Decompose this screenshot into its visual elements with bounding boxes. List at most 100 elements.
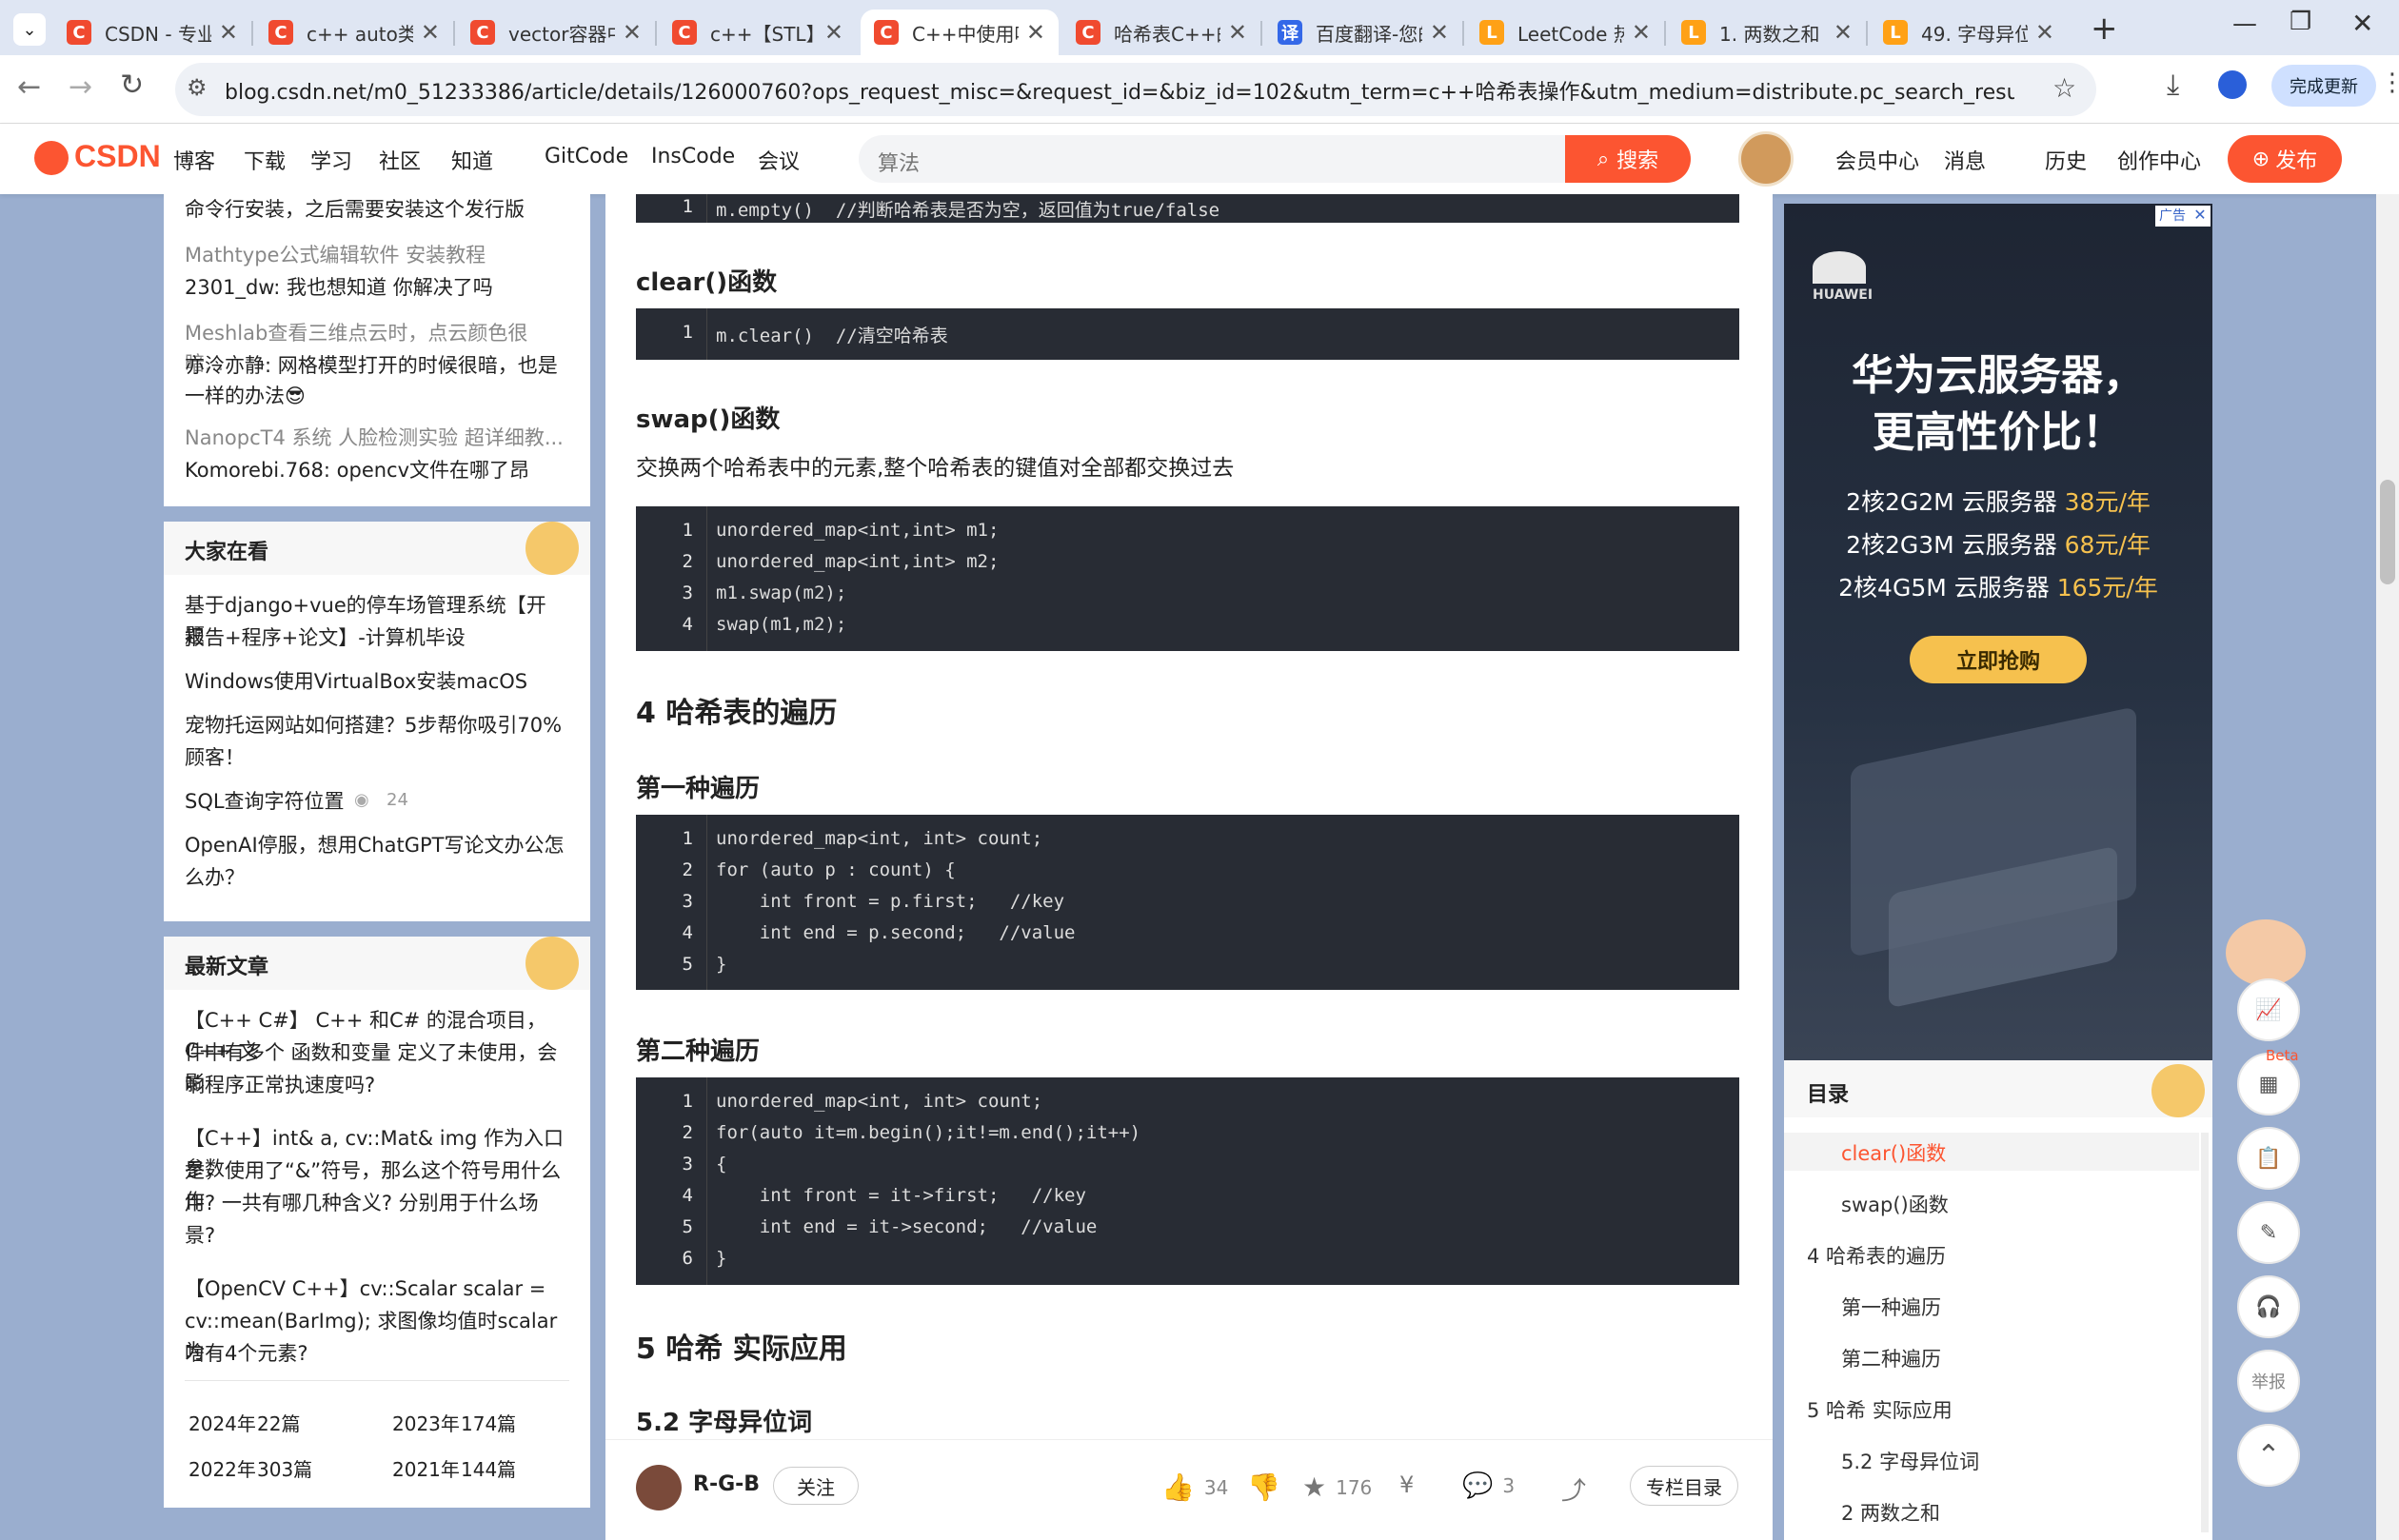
nav-item[interactable]: 下载 xyxy=(244,145,286,175)
tab-close-icon[interactable]: ✕ xyxy=(219,19,238,46)
toc-item[interactable]: 5 哈希 实际应用 xyxy=(1807,1395,1953,1424)
favorite-button[interactable]: ★ 176 xyxy=(1302,1471,1372,1503)
nav-item[interactable]: GitCode xyxy=(545,145,628,168)
page-scrollbar[interactable] xyxy=(2376,194,2399,1540)
restore-icon[interactable]: ❐ xyxy=(2290,8,2311,36)
csdn-logo-text[interactable]: CSDN xyxy=(74,139,161,174)
watching-item[interactable]: Windows使用VirtualBox安装macOS xyxy=(185,666,565,697)
publish-button[interactable]: ⊕ 发布 xyxy=(2228,135,2342,183)
tab-close-icon[interactable]: ✕ xyxy=(1228,19,1247,46)
comment-text[interactable]: 一样的办法😎 xyxy=(185,381,565,411)
nav-right-item[interactable]: 会员中心 xyxy=(1835,145,1919,175)
watching-item[interactable]: 顾客！ xyxy=(185,742,565,773)
article-link[interactable]: NanopcT4 系统 人脸检测实验 超详细教... xyxy=(185,423,565,453)
dislike-button[interactable]: 👎 xyxy=(1247,1471,1280,1503)
latest-article-line[interactable]: 【OpenCV C++】cv::Scalar scalar = xyxy=(185,1273,565,1304)
latest-article-line[interactable]: 响程序正常执速度吗? xyxy=(185,1070,565,1100)
profile-icon[interactable] xyxy=(2218,70,2247,99)
nav-right-item[interactable]: 创作中心 xyxy=(2117,145,2201,175)
back-icon[interactable]: ← xyxy=(17,70,41,104)
browser-tab[interactable]: L 1. 两数之和 ✕ xyxy=(1668,10,1866,55)
tab-close-icon[interactable]: ✕ xyxy=(824,19,843,46)
url-text[interactable]: blog.csdn.net/m0_51233386/article/detail… xyxy=(225,75,2014,106)
comment-button[interactable]: 💬 3 xyxy=(1462,1471,1515,1500)
toc-item[interactable]: swap()函数 xyxy=(1841,1190,1949,1218)
article-link[interactable]: Mathtype公式编辑软件 安装教程 xyxy=(185,240,565,270)
archive-year[interactable]: 2022年 xyxy=(188,1454,256,1482)
watching-item[interactable]: 报告+程序+论文】-计算机毕设 xyxy=(185,622,565,653)
nav-item[interactable]: 社区 xyxy=(379,145,421,175)
close-window-icon[interactable]: ✕ xyxy=(2351,8,2373,39)
tab-close-icon[interactable]: ✕ xyxy=(1632,19,1651,46)
browser-tab[interactable]: C C++中使用哈希 ✕ xyxy=(861,10,1059,55)
forward-icon[interactable]: → xyxy=(69,70,92,104)
toc-item[interactable]: 5.2 字母异位词 xyxy=(1841,1447,1979,1475)
ad-close-icon[interactable]: ✕ xyxy=(2190,206,2211,227)
comment-text[interactable]: 2301_dw: 我也想知道 你解决了吗 xyxy=(185,272,565,303)
mascot-icon[interactable] xyxy=(2226,919,2306,986)
watching-item[interactable]: 宠物托运网站如何搭建？5步帮你吸引70% xyxy=(185,710,565,740)
watching-item[interactable]: SQL查询字符位置 xyxy=(185,786,565,817)
archive-year[interactable]: 2023年 xyxy=(392,1409,460,1436)
author-name[interactable]: R-G-B xyxy=(693,1472,760,1496)
toc-item[interactable]: 4 哈希表的遍历 xyxy=(1807,1241,1946,1270)
user-avatar[interactable] xyxy=(1738,131,1794,187)
nav-item[interactable]: 博客 xyxy=(173,145,215,175)
ad-cta-button[interactable]: 立即抢购 xyxy=(1910,636,2087,683)
tab-close-icon[interactable]: ✕ xyxy=(2035,19,2054,46)
csdn-search-button[interactable]: ⌕ 搜索 xyxy=(1565,135,1691,183)
browser-tab[interactable]: Cvector容器中 ✕ xyxy=(457,10,655,55)
tab-close-icon[interactable]: ✕ xyxy=(1026,19,1045,46)
share-button[interactable]: ⤴ xyxy=(1561,1471,1586,1507)
toc-item[interactable]: 2 两数之和 xyxy=(1841,1498,1940,1527)
csdn-logo-icon[interactable] xyxy=(34,141,69,175)
toc-item[interactable]: 第二种遍历 xyxy=(1841,1344,1941,1372)
like-button[interactable]: 👍 34 xyxy=(1161,1471,1228,1503)
csdn-search-input[interactable]: 算法 xyxy=(859,135,1565,183)
browser-tab[interactable]: Cc++【STL】 ✕ xyxy=(659,10,857,55)
page-scrollbar-thumb[interactable] xyxy=(2380,480,2395,584)
watching-item[interactable]: OpenAI停服，想用ChatGPT写论文办公怎 xyxy=(185,830,565,860)
tab-close-icon[interactable]: ✕ xyxy=(421,19,440,46)
column-toc-button[interactable]: 专栏目录 xyxy=(1630,1466,1738,1506)
nav-item[interactable]: 会议 xyxy=(758,145,800,175)
back-to-top-icon[interactable]: ⌃ xyxy=(2237,1424,2300,1487)
nav-right-item[interactable]: 历史 xyxy=(2045,145,2087,175)
tab-close-icon[interactable]: ✕ xyxy=(1834,19,1853,46)
download-icon[interactable]: ⤓ xyxy=(2167,69,2179,102)
tab-close-icon[interactable]: ✕ xyxy=(623,19,642,46)
toc-item[interactable]: clear()函数 xyxy=(1841,1138,1946,1167)
browser-tab[interactable]: L LeetCode 热 ✕ xyxy=(1466,10,1664,55)
archive-count[interactable]: 303篇 xyxy=(257,1454,312,1482)
minimize-icon[interactable]: — xyxy=(2232,10,2257,38)
browser-tab[interactable]: C 哈希表C++的 ✕ xyxy=(1062,10,1260,55)
nav-item[interactable]: 学习 xyxy=(310,145,352,175)
site-info-icon[interactable]: ⚙ xyxy=(187,74,208,101)
trend-icon[interactable]: 📈 xyxy=(2237,978,2300,1041)
watching-item[interactable]: 么办？ xyxy=(185,862,565,893)
omnibox[interactable]: ⚙ blog.csdn.net/m0_51233386/article/deta… xyxy=(175,63,2096,116)
archive-year[interactable]: 2024年 xyxy=(188,1409,256,1436)
nav-item[interactable]: 知道 xyxy=(451,145,493,175)
latest-article-line[interactable]: 景? xyxy=(185,1220,565,1251)
reward-button[interactable]: ¥ xyxy=(1399,1471,1414,1498)
toc-item[interactable]: 第一种遍历 xyxy=(1841,1293,1941,1321)
archive-count[interactable]: 174篇 xyxy=(461,1409,516,1436)
latest-article-line[interactable]: 啥有4个元素? xyxy=(185,1338,565,1369)
latest-article-line[interactable]: 用? 一共有哪几种含义? 分别用于什么场 xyxy=(185,1188,565,1218)
browser-tab[interactable]: C CSDN - 专业 ✕ xyxy=(53,10,251,55)
headset-icon[interactable]: 🎧 xyxy=(2237,1275,2300,1338)
nav-item[interactable]: InsCode xyxy=(651,145,735,168)
edit-icon[interactable]: ✎ xyxy=(2237,1201,2300,1264)
tab-close-icon[interactable]: ✕ xyxy=(1430,19,1449,46)
clipboard-icon[interactable]: 📋 xyxy=(2237,1127,2300,1190)
comment-text[interactable]: Komorebi.768: opencv文件在哪了昂 xyxy=(185,455,565,485)
menu-kebab-icon[interactable]: ⋮ xyxy=(2380,69,2399,97)
toc-scrollbar[interactable] xyxy=(2201,1133,2209,1532)
author-avatar[interactable] xyxy=(636,1465,682,1510)
follow-button[interactable]: 关注 xyxy=(773,1467,859,1505)
browser-tab[interactable]: Cc++ auto类型 ✕ xyxy=(255,10,453,55)
nav-right-item[interactable]: 消息 xyxy=(1944,145,1986,175)
huawei-ad[interactable]: 广告 ✕ HUAWEI 华为云服务器， 更高性价比！ 2核2G2M 云服务器 3… xyxy=(1784,204,2212,1060)
comment-text[interactable]: 命令行安装，之后需要安装这个发行版 xyxy=(185,194,565,225)
